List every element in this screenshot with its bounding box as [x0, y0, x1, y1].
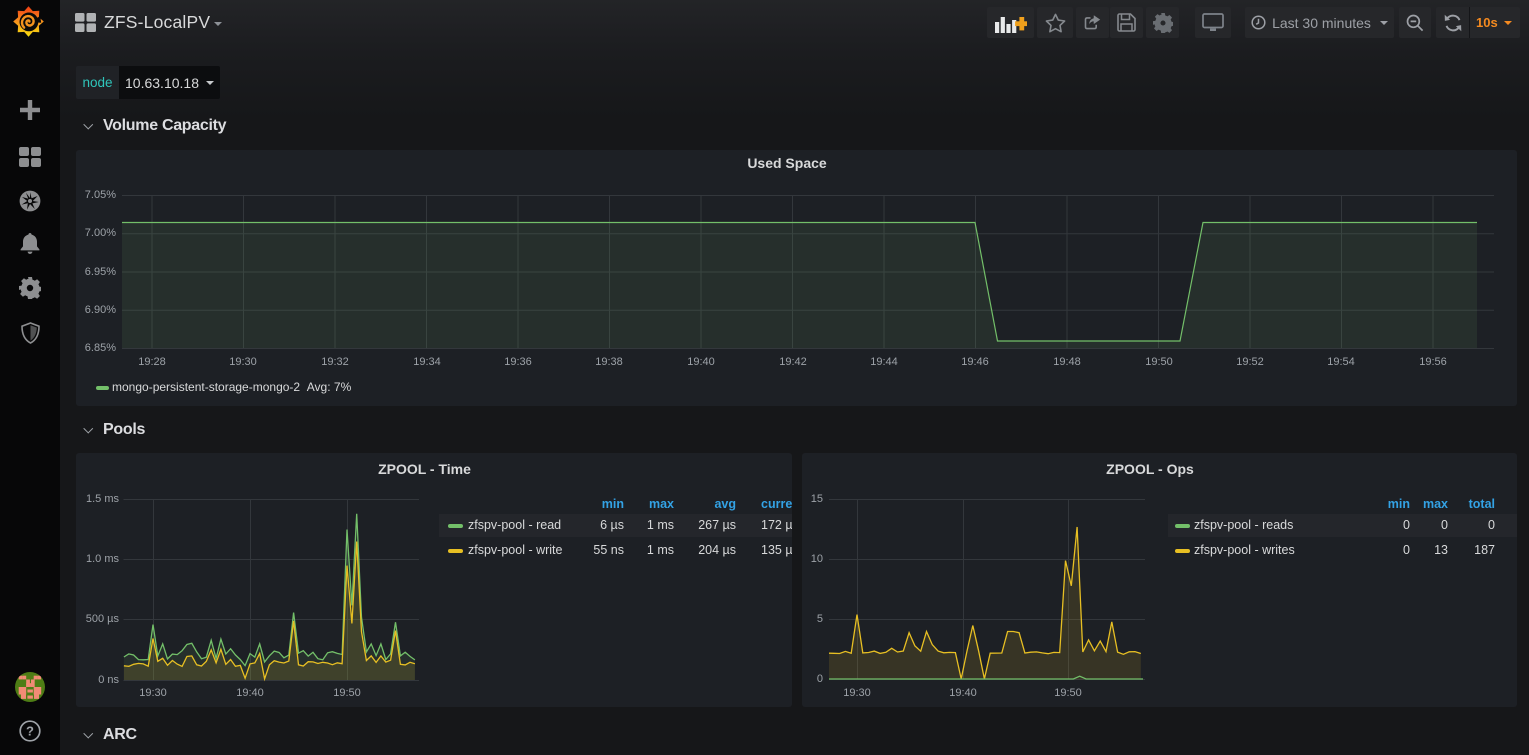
svg-text:?: ? — [26, 724, 34, 739]
